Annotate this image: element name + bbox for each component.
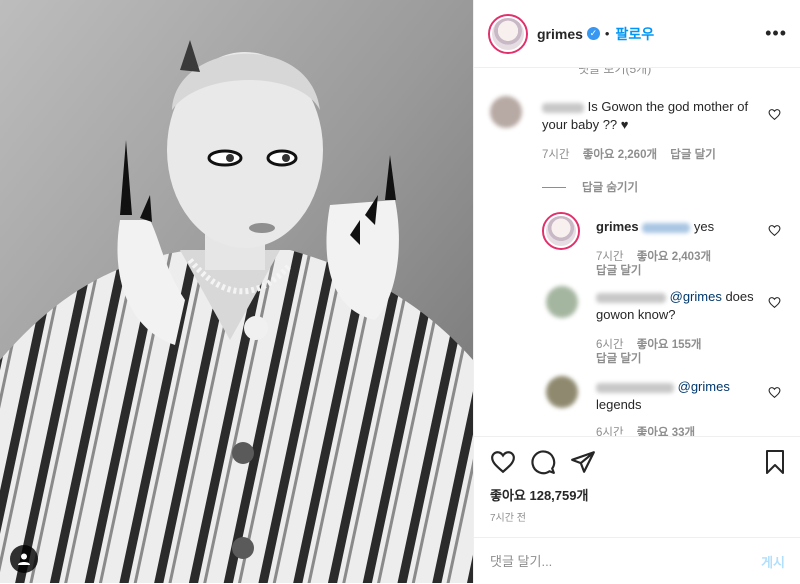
divider-line: [542, 186, 566, 188]
post-time[interactable]: 7시간 전: [490, 509, 526, 524]
hide-replies-label: 답글 숨기기: [582, 182, 639, 194]
author-username[interactable]: grimes: [537, 26, 583, 42]
share-send-icon[interactable]: [570, 449, 596, 475]
reply-username[interactable]: grimes: [596, 219, 639, 234]
reply-meta: 6시간 좋아요 33개: [596, 424, 705, 436]
reply-button[interactable]: 답글 달기: [596, 353, 642, 365]
reply-likes[interactable]: 좋아요 33개: [637, 427, 695, 436]
reply-mention[interactable]: [642, 222, 691, 233]
separator-dot: •: [604, 26, 610, 41]
heart-icon[interactable]: [768, 224, 781, 237]
commenter-avatar[interactable]: [490, 96, 522, 128]
reply-button[interactable]: 답글 달기: [670, 149, 716, 161]
like-heart-icon[interactable]: [490, 449, 516, 475]
verified-badge-icon: ✓: [586, 27, 600, 40]
reply-text: yes: [693, 219, 715, 234]
comment-input[interactable]: [490, 553, 762, 569]
comments-list[interactable]: 댓글 보기(5개) Is Gowon the god mother of you…: [474, 68, 800, 436]
instagram-post: grimes ✓ • 팔로우 ••• 댓글 보기(5개) Is Gowon th…: [0, 0, 800, 583]
hide-replies-toggle[interactable]: 답글 숨기기: [542, 179, 648, 195]
post-comment-button[interactable]: 게시: [761, 552, 785, 571]
bookmark-icon[interactable]: [763, 449, 787, 475]
heart-icon[interactable]: [768, 108, 781, 121]
reply-avatar[interactable]: [546, 286, 578, 318]
add-comment-bar: 게시: [474, 537, 800, 584]
reply-username[interactable]: [596, 382, 674, 393]
reply-avatar[interactable]: [542, 212, 580, 250]
more-options-icon[interactable]: •••: [765, 24, 787, 42]
action-bar: [490, 449, 596, 475]
post-photo[interactable]: [0, 0, 473, 583]
heart-icon[interactable]: [768, 296, 781, 309]
post-header: grimes ✓ • 팔로우 •••: [474, 0, 800, 68]
tagged-user-button[interactable]: [10, 545, 38, 573]
reply-avatar[interactable]: [546, 376, 578, 408]
author-avatar[interactable]: [488, 13, 528, 54]
reply-text: legends: [596, 397, 642, 412]
commenter-username[interactable]: [542, 102, 584, 113]
reply-mention[interactable]: @grimes: [678, 379, 730, 394]
reply-button[interactable]: 답글 달기: [596, 265, 642, 277]
user-icon: [18, 553, 30, 565]
photo-illustration: [0, 0, 473, 583]
post-side-panel: grimes ✓ • 팔로우 ••• 댓글 보기(5개) Is Gowon th…: [473, 0, 800, 583]
comment-bubble-icon[interactable]: [530, 449, 556, 475]
comment-likes[interactable]: 좋아요 2,260개: [583, 149, 657, 161]
follow-button[interactable]: 팔로우: [615, 24, 654, 44]
post-footer: 좋아요 128,759개 7시간 전 게시: [474, 436, 800, 583]
reply-username[interactable]: [596, 292, 666, 303]
reply-mention[interactable]: @grimes: [670, 289, 722, 304]
view-replies-cut[interactable]: 댓글 보기(5개): [578, 68, 651, 77]
reply-time: 6시간: [596, 427, 624, 436]
like-count[interactable]: 좋아요 128,759개: [490, 485, 588, 504]
avatar-image: [490, 15, 526, 52]
comment-meta: 7시간 좋아요 2,260개 답글 달기: [542, 146, 726, 162]
avatar-image: [544, 214, 578, 248]
comment-time: 7시간: [542, 149, 570, 161]
heart-icon[interactable]: [768, 386, 781, 399]
